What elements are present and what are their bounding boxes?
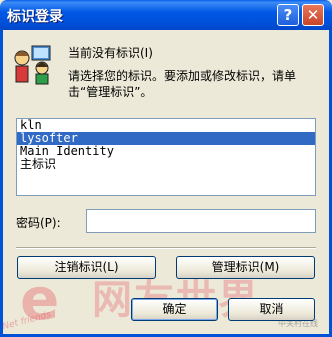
window-title: 标识登录 <box>7 9 63 25</box>
title-bar[interactable]: 标识登录 ? ✕ <box>0 0 332 30</box>
close-icon: ✕ <box>306 6 320 24</box>
close-button[interactable]: ✕ <box>302 4 324 26</box>
password-label: 密码(P): <box>16 216 61 230</box>
identity-item[interactable]: Main Identity <box>17 145 315 158</box>
help-button[interactable]: ? <box>277 4 299 26</box>
identities-icon <box>14 45 51 85</box>
identity-item[interactable]: 主标识 <box>17 158 315 171</box>
password-field[interactable] <box>86 209 316 233</box>
help-icon: ? <box>283 6 293 24</box>
manage-identities-button[interactable]: 管理标识(M) <box>176 256 315 279</box>
instruction-text: 请选择您的标识。要添加或修改标识，请单击“管理标识”。 <box>68 69 297 99</box>
no-identity-label: 当前没有标识(I) <box>68 46 153 60</box>
cancel-button[interactable]: 取消 <box>228 298 315 321</box>
divider <box>16 247 316 249</box>
identity-list[interactable]: kln lysofter Main Identity 主标识 <box>16 118 316 196</box>
logout-identity-button[interactable]: 注销标识(L) <box>17 256 156 279</box>
ok-button[interactable]: 确定 <box>131 298 218 321</box>
